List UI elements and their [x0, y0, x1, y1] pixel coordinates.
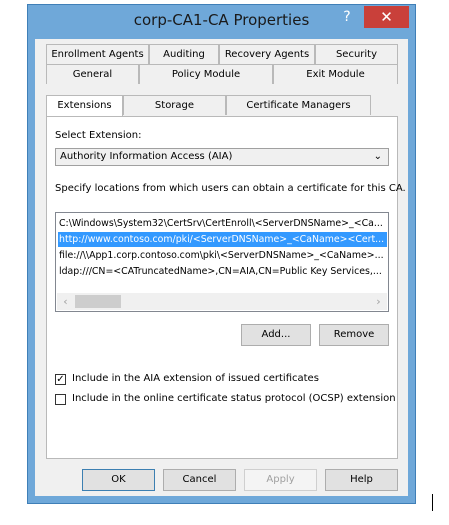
chevron-down-icon: ⌄: [373, 151, 382, 162]
tab-extensions[interactable]: Extensions: [46, 95, 123, 116]
title-bar[interactable]: corp-CA1-CA Properties ? ✕: [28, 5, 415, 39]
tab-policy-module[interactable]: Policy Module: [139, 64, 273, 84]
scroll-left-icon[interactable]: ‹: [57, 293, 74, 310]
help-icon[interactable]: ?: [335, 6, 359, 28]
list-item[interactable]: C:\Windows\System32\CertSrv\CertEnroll\<…: [58, 216, 387, 231]
ok-button[interactable]: OK: [82, 469, 155, 491]
aia-checkbox-label[interactable]: Include in the AIA extension of issued c…: [72, 373, 319, 384]
tab-general[interactable]: General: [46, 64, 139, 84]
extension-dropdown-value: Authority Information Access (AIA): [60, 151, 233, 162]
locations-description: Specify locations from which users can o…: [55, 183, 406, 194]
extensions-panel: Select Extension: Authority Information …: [46, 116, 406, 459]
ocsp-checkbox-label[interactable]: Include in the online certificate status…: [72, 393, 396, 404]
tab-enrollment-agents[interactable]: Enrollment Agents: [46, 44, 149, 64]
add-button[interactable]: Add...: [241, 324, 311, 346]
extension-dropdown[interactable]: Authority Information Access (AIA) ⌄: [55, 148, 389, 166]
scroll-thumb[interactable]: [75, 295, 121, 308]
ocsp-checkbox[interactable]: [55, 394, 66, 405]
tab-auditing[interactable]: Auditing: [149, 44, 219, 64]
dialog-client-area: Enrollment Agents Auditing Recovery Agen…: [35, 39, 408, 496]
tab-exit-module[interactable]: Exit Module: [273, 64, 398, 84]
apply-button[interactable]: Apply: [244, 469, 317, 491]
properties-window: corp-CA1-CA Properties ? ✕ Enrollment Ag…: [27, 4, 416, 504]
list-item[interactable]: http://www.contoso.com/pki/<ServerDNSNam…: [58, 232, 387, 247]
select-extension-label: Select Extension:: [55, 130, 142, 141]
tab-security[interactable]: Security: [315, 44, 398, 64]
cancel-button[interactable]: Cancel: [163, 469, 236, 491]
list-item[interactable]: ldap:///CN=<CATruncatedName>,CN=AIA,CN=P…: [58, 264, 387, 279]
horizontal-scrollbar[interactable]: ‹ ›: [57, 293, 387, 310]
aia-checkbox[interactable]: ✓: [55, 374, 66, 385]
tab-row-1: Enrollment Agents Auditing Recovery Agen…: [46, 44, 398, 64]
list-item[interactable]: file://\\App1.corp.contoso.com\pki\<Serv…: [58, 248, 387, 263]
close-button[interactable]: ✕: [364, 6, 409, 28]
scroll-right-icon[interactable]: ›: [370, 293, 387, 310]
tab-row-3: Extensions Storage Certificate Managers: [46, 95, 371, 116]
locations-listbox[interactable]: C:\Windows\System32\CertSrv\CertEnroll\<…: [55, 212, 389, 312]
tab-recovery-agents[interactable]: Recovery Agents: [219, 44, 315, 64]
text-cursor: [432, 494, 433, 511]
remove-button[interactable]: Remove: [319, 324, 389, 346]
tab-certificate-managers[interactable]: Certificate Managers: [226, 95, 371, 115]
tab-row-2: General Policy Module Exit Module: [46, 64, 398, 84]
tab-storage[interactable]: Storage: [123, 95, 226, 115]
help-button[interactable]: Help: [325, 469, 398, 491]
